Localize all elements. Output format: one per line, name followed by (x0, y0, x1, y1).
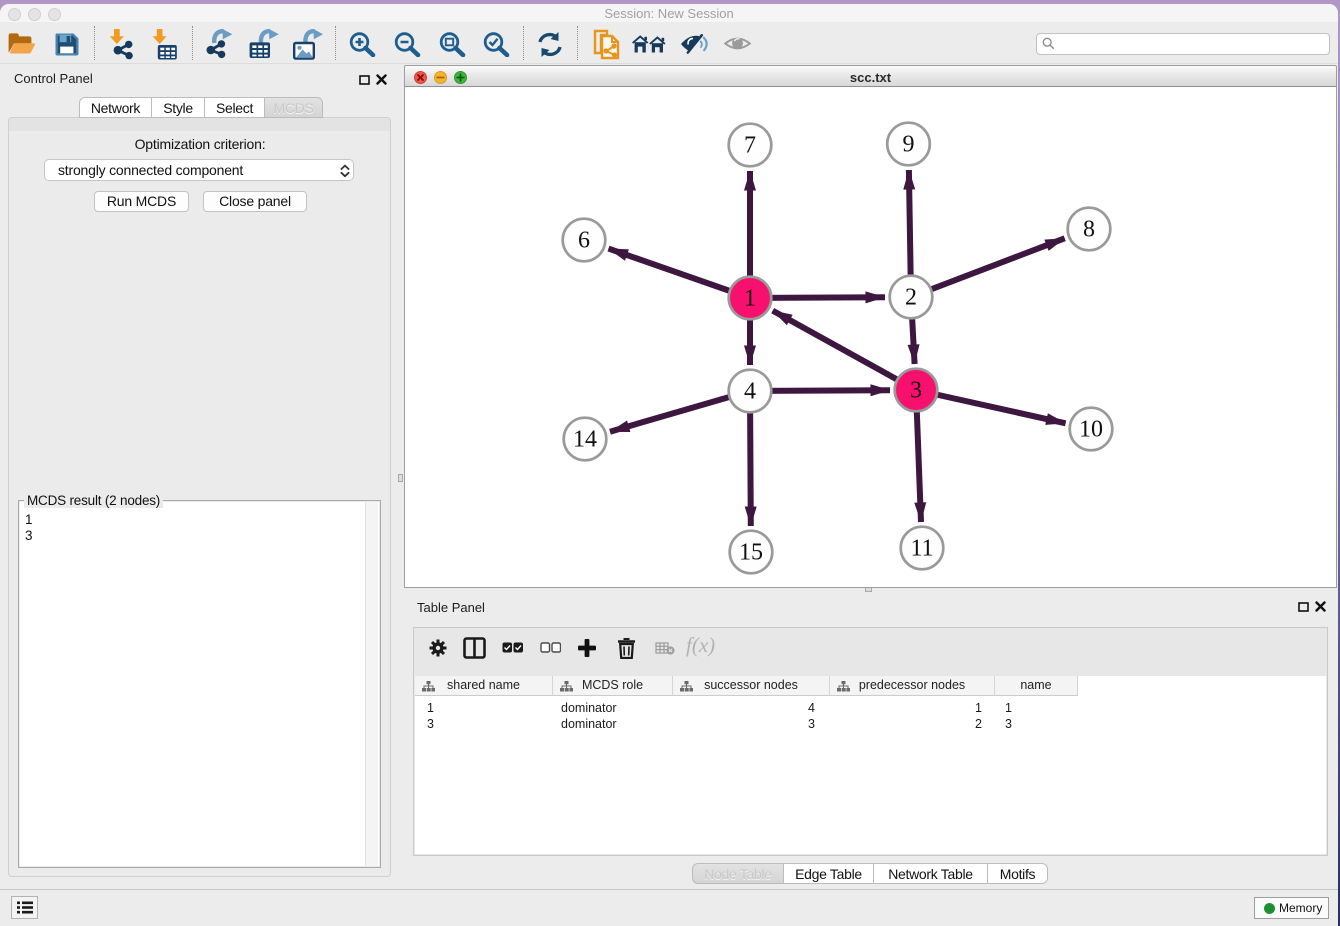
svg-text:2: 2 (905, 285, 917, 311)
svg-text:9: 9 (903, 132, 915, 158)
svg-text:15: 15 (739, 540, 763, 566)
svg-text:14: 14 (573, 427, 597, 453)
svg-text:11: 11 (910, 536, 933, 562)
svg-text:10: 10 (1079, 417, 1103, 443)
svg-text:4: 4 (744, 379, 756, 405)
svg-text:3: 3 (910, 378, 922, 404)
svg-text:1: 1 (744, 286, 756, 312)
svg-text:8: 8 (1083, 217, 1095, 243)
svg-text:7: 7 (744, 133, 756, 159)
svg-text:6: 6 (578, 228, 590, 254)
